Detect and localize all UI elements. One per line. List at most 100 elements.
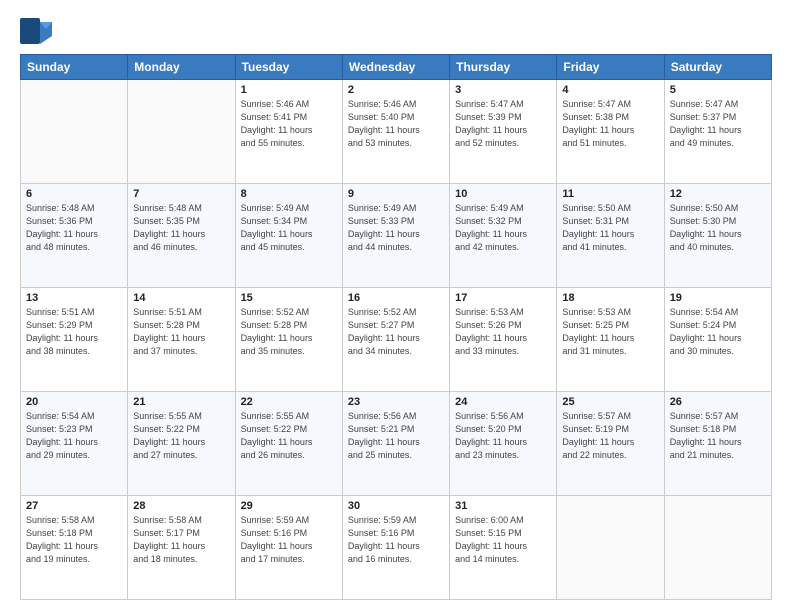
calendar-cell: 2 Sunrise: 5:46 AMSunset: 5:40 PMDaylight… — [342, 80, 449, 184]
calendar-cell: 9 Sunrise: 5:49 AMSunset: 5:33 PMDaylight… — [342, 184, 449, 288]
page-header — [20, 18, 772, 44]
day-number: 9 — [348, 188, 444, 200]
calendar-cell: 17Sunrise: 5:53 AMSunset: 5:26 PMDayligh… — [450, 288, 557, 392]
header-wednesday: Wednesday — [342, 55, 449, 80]
day-info: Sunrise: 5:52 AMSunset: 5:28 PMDaylight:… — [241, 306, 337, 358]
header-saturday: Saturday — [664, 55, 771, 80]
calendar-cell: 22 Sunrise: 5:55 AMSunset: 5:22 PMDayligh… — [235, 392, 342, 496]
day-number: 4 — [562, 84, 658, 96]
day-info: Sunrise: 5:53 AMSunset: 5:26 PMDaylight:… — [455, 306, 551, 358]
day-number: 19 — [670, 292, 766, 304]
day-info: Sunrise: 5:59 AMSunset: 5:16 PMDaylight:… — [241, 514, 337, 566]
day-info: Sunrise: 5:57 AMSunset: 5:18 PMDaylight:… — [670, 410, 766, 462]
calendar-table: Sunday Monday Tuesday Wednesday Thursday… — [20, 54, 772, 600]
calendar-cell: 28 Sunrise: 5:58 AMSunset: 5:17 PMDayligh… — [128, 496, 235, 600]
day-info: Sunrise: 6:00 AMSunset: 5:15 PMDaylight:… — [455, 514, 551, 566]
day-info: Sunrise: 5:55 AMSunset: 5:22 PMDaylight:… — [133, 410, 229, 462]
calendar-cell: 16 Sunrise: 5:52 AMSunset: 5:27 PMDayligh… — [342, 288, 449, 392]
calendar-cell: 4 Sunrise: 5:47 AMSunset: 5:38 PMDaylight… — [557, 80, 664, 184]
day-info: Sunrise: 5:47 AMSunset: 5:38 PMDaylight:… — [562, 98, 658, 150]
day-info: Sunrise: 5:57 AMSunset: 5:19 PMDaylight:… — [562, 410, 658, 462]
calendar-week-row: 20Sunrise: 5:54 AMSunset: 5:23 PMDayligh… — [21, 392, 772, 496]
day-number: 26 — [670, 396, 766, 408]
day-number: 25 — [562, 396, 658, 408]
calendar-cell: 25 Sunrise: 5:57 AMSunset: 5:19 PMDayligh… — [557, 392, 664, 496]
day-number: 31 — [455, 500, 551, 512]
day-info: Sunrise: 5:49 AMSunset: 5:34 PMDaylight:… — [241, 202, 337, 254]
calendar-cell: 18 Sunrise: 5:53 AMSunset: 5:25 PMDayligh… — [557, 288, 664, 392]
day-number: 5 — [670, 84, 766, 96]
day-number: 29 — [241, 500, 337, 512]
day-number: 10 — [455, 188, 551, 200]
day-info: Sunrise: 5:49 AMSunset: 5:33 PMDaylight:… — [348, 202, 444, 254]
day-number: 22 — [241, 396, 337, 408]
calendar-cell: 24Sunrise: 5:56 AMSunset: 5:20 PMDayligh… — [450, 392, 557, 496]
day-number: 6 — [26, 188, 122, 200]
day-info: Sunrise: 5:48 AMSunset: 5:36 PMDaylight:… — [26, 202, 122, 254]
calendar-cell: 23 Sunrise: 5:56 AMSunset: 5:21 PMDayligh… — [342, 392, 449, 496]
logo-icon — [20, 18, 52, 44]
day-info: Sunrise: 5:58 AMSunset: 5:18 PMDaylight:… — [26, 514, 122, 566]
day-number: 16 — [348, 292, 444, 304]
day-info: Sunrise: 5:54 AMSunset: 5:24 PMDaylight:… — [670, 306, 766, 358]
calendar-week-row: 6 Sunrise: 5:48 AMSunset: 5:36 PMDaylight… — [21, 184, 772, 288]
day-number: 12 — [670, 188, 766, 200]
day-number: 20 — [26, 396, 122, 408]
calendar-cell — [21, 80, 128, 184]
calendar-cell: 29 Sunrise: 5:59 AMSunset: 5:16 PMDayligh… — [235, 496, 342, 600]
calendar-cell — [128, 80, 235, 184]
logo — [20, 18, 54, 44]
day-info: Sunrise: 5:46 AMSunset: 5:41 PMDaylight:… — [241, 98, 337, 150]
calendar-cell: 13 Sunrise: 5:51 AMSunset: 5:29 PMDayligh… — [21, 288, 128, 392]
day-number: 30 — [348, 500, 444, 512]
day-number: 13 — [26, 292, 122, 304]
calendar-cell: 27 Sunrise: 5:58 AMSunset: 5:18 PMDayligh… — [21, 496, 128, 600]
calendar-cell — [664, 496, 771, 600]
calendar-cell: 11Sunrise: 5:50 AMSunset: 5:31 PMDayligh… — [557, 184, 664, 288]
day-info: Sunrise: 5:47 AMSunset: 5:39 PMDaylight:… — [455, 98, 551, 150]
calendar-cell: 15 Sunrise: 5:52 AMSunset: 5:28 PMDayligh… — [235, 288, 342, 392]
calendar-cell: 14 Sunrise: 5:51 AMSunset: 5:28 PMDayligh… — [128, 288, 235, 392]
day-number: 15 — [241, 292, 337, 304]
calendar-cell — [557, 496, 664, 600]
day-number: 27 — [26, 500, 122, 512]
calendar-cell: 20Sunrise: 5:54 AMSunset: 5:23 PMDayligh… — [21, 392, 128, 496]
calendar-cell: 5 Sunrise: 5:47 AMSunset: 5:37 PMDaylight… — [664, 80, 771, 184]
day-info: Sunrise: 5:51 AMSunset: 5:29 PMDaylight:… — [26, 306, 122, 358]
calendar-cell: 1Sunrise: 5:46 AMSunset: 5:41 PMDaylight… — [235, 80, 342, 184]
calendar-week-row: 27 Sunrise: 5:58 AMSunset: 5:18 PMDayligh… — [21, 496, 772, 600]
header-tuesday: Tuesday — [235, 55, 342, 80]
day-number: 23 — [348, 396, 444, 408]
header-friday: Friday — [557, 55, 664, 80]
calendar-cell: 3 Sunrise: 5:47 AMSunset: 5:39 PMDaylight… — [450, 80, 557, 184]
day-info: Sunrise: 5:48 AMSunset: 5:35 PMDaylight:… — [133, 202, 229, 254]
day-info: Sunrise: 5:53 AMSunset: 5:25 PMDaylight:… — [562, 306, 658, 358]
weekday-header-row: Sunday Monday Tuesday Wednesday Thursday… — [21, 55, 772, 80]
calendar-cell: 12 Sunrise: 5:50 AMSunset: 5:30 PMDayligh… — [664, 184, 771, 288]
day-number: 18 — [562, 292, 658, 304]
calendar-week-row: 13 Sunrise: 5:51 AMSunset: 5:29 PMDayligh… — [21, 288, 772, 392]
day-number: 14 — [133, 292, 229, 304]
day-info: Sunrise: 5:50 AMSunset: 5:30 PMDaylight:… — [670, 202, 766, 254]
day-info: Sunrise: 5:52 AMSunset: 5:27 PMDaylight:… — [348, 306, 444, 358]
header-sunday: Sunday — [21, 55, 128, 80]
calendar-cell: 8Sunrise: 5:49 AMSunset: 5:34 PMDaylight… — [235, 184, 342, 288]
day-number: 28 — [133, 500, 229, 512]
calendar-week-row: 1Sunrise: 5:46 AMSunset: 5:41 PMDaylight… — [21, 80, 772, 184]
header-monday: Monday — [128, 55, 235, 80]
day-number: 2 — [348, 84, 444, 96]
day-info: Sunrise: 5:55 AMSunset: 5:22 PMDaylight:… — [241, 410, 337, 462]
day-info: Sunrise: 5:50 AMSunset: 5:31 PMDaylight:… — [562, 202, 658, 254]
day-info: Sunrise: 5:51 AMSunset: 5:28 PMDaylight:… — [133, 306, 229, 358]
calendar-cell: 30Sunrise: 5:59 AMSunset: 5:16 PMDayligh… — [342, 496, 449, 600]
day-info: Sunrise: 5:56 AMSunset: 5:21 PMDaylight:… — [348, 410, 444, 462]
calendar-cell: 6 Sunrise: 5:48 AMSunset: 5:36 PMDaylight… — [21, 184, 128, 288]
day-info: Sunrise: 5:58 AMSunset: 5:17 PMDaylight:… — [133, 514, 229, 566]
calendar-cell: 26 Sunrise: 5:57 AMSunset: 5:18 PMDayligh… — [664, 392, 771, 496]
calendar-cell: 10Sunrise: 5:49 AMSunset: 5:32 PMDayligh… — [450, 184, 557, 288]
day-number: 24 — [455, 396, 551, 408]
calendar-cell: 21Sunrise: 5:55 AMSunset: 5:22 PMDayligh… — [128, 392, 235, 496]
day-number: 3 — [455, 84, 551, 96]
day-info: Sunrise: 5:46 AMSunset: 5:40 PMDaylight:… — [348, 98, 444, 150]
day-info: Sunrise: 5:47 AMSunset: 5:37 PMDaylight:… — [670, 98, 766, 150]
